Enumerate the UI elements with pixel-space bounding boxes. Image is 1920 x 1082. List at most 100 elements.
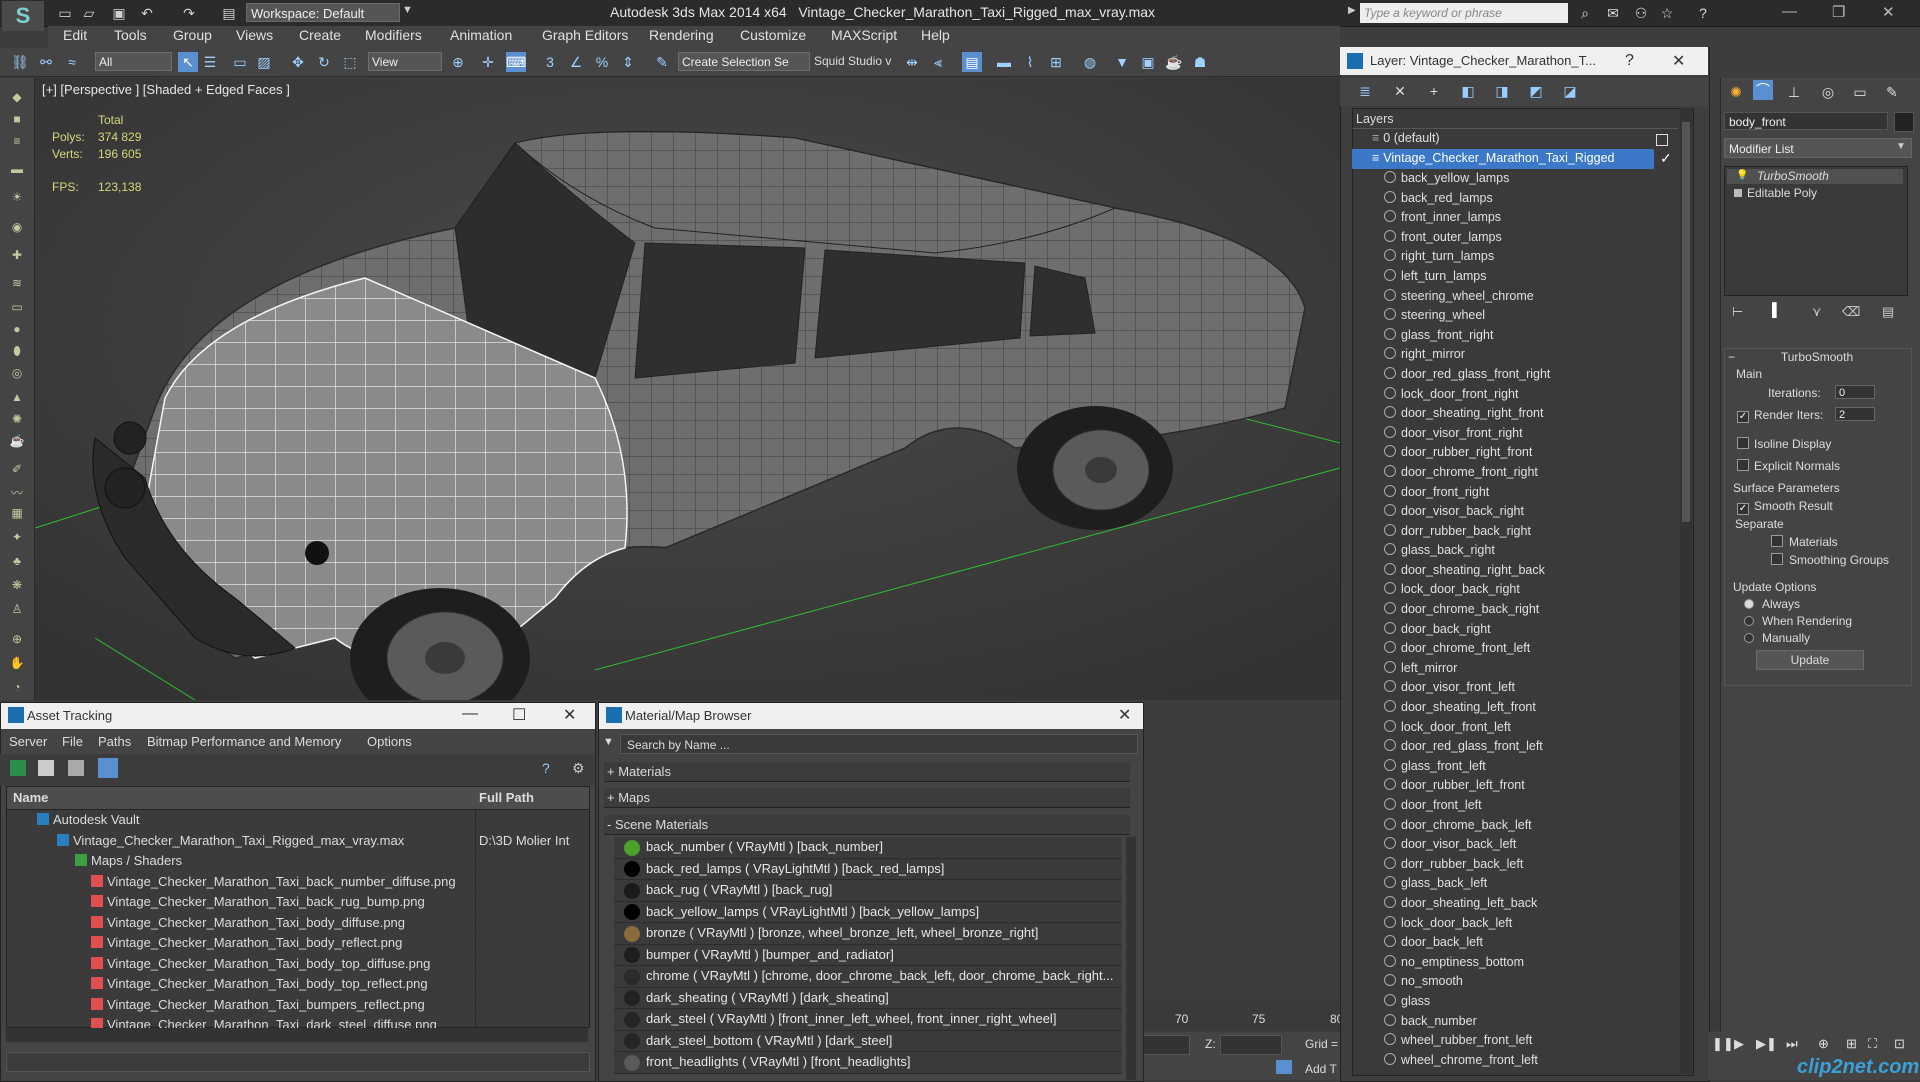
layer-object-item[interactable]: door_sheating_left_back bbox=[1384, 894, 1674, 914]
sphere-tool-icon[interactable]: ● bbox=[8, 322, 26, 338]
render-iterative-icon[interactable]: ☗ bbox=[1190, 52, 1210, 72]
perspective-viewport[interactable] bbox=[35, 78, 1340, 700]
add-time-tag-label[interactable]: Add T bbox=[1305, 1062, 1337, 1076]
menu-create[interactable]: Create bbox=[299, 27, 341, 43]
layers-tool-icon[interactable]: ≡ bbox=[8, 134, 26, 150]
asset-menu-paths[interactable]: Paths bbox=[98, 734, 131, 749]
layer-close-icon[interactable]: ✕ bbox=[1672, 51, 1685, 71]
show-end-result-icon[interactable]: ▌ bbox=[1772, 302, 1781, 317]
play-icon[interactable]: ▶ bbox=[1734, 1036, 1744, 1052]
asset-horizontal-scrollbar[interactable] bbox=[6, 1028, 588, 1042]
keyboard-shortcut-override-icon[interactable]: ⌨ bbox=[506, 52, 526, 72]
layer-object-item[interactable]: door_rubber_right_front bbox=[1384, 443, 1674, 463]
object-visibility-icon[interactable] bbox=[1384, 1033, 1396, 1046]
biped-tool-icon[interactable]: ♙ bbox=[8, 602, 26, 618]
layer-object-item[interactable]: lock_door_front_right bbox=[1384, 385, 1674, 405]
table-row[interactable]: Vintage_Checker_Marathon_Taxi_body_refle… bbox=[7, 933, 589, 954]
isoline-checkbox[interactable] bbox=[1737, 436, 1755, 451]
angle-snap-icon[interactable]: ∠ bbox=[566, 52, 586, 72]
layer-object-item[interactable]: glass_front_left bbox=[1384, 757, 1674, 777]
material-search-input[interactable]: Search by Name ... bbox=[620, 734, 1138, 754]
add-to-layer-icon[interactable]: + bbox=[1424, 81, 1444, 101]
cloth-tool-icon[interactable]: ▦ bbox=[8, 506, 26, 522]
update-when-rendering-radio[interactable] bbox=[1744, 614, 1760, 629]
layer-object-item[interactable]: door_visor_front_right bbox=[1384, 424, 1674, 444]
object-visibility-icon[interactable] bbox=[1384, 680, 1396, 693]
zoom-all-icon[interactable]: ⊞ bbox=[1846, 1036, 1857, 1052]
object-visibility-icon[interactable] bbox=[1384, 1052, 1396, 1065]
layer-object-item[interactable]: wheel_rubber_front_left bbox=[1384, 1031, 1674, 1051]
material-item[interactable]: dark_steel ( VRayMtl ) [front_inner_left… bbox=[614, 1009, 1122, 1031]
graphite-tool-icon[interactable]: ◆ bbox=[8, 90, 26, 106]
object-visibility-icon[interactable] bbox=[1384, 974, 1396, 987]
modifier-list-chevron-icon[interactable]: ▼ bbox=[1896, 141, 1906, 152]
material-item[interactable]: back_number ( VRayMtl ) [back_number] bbox=[614, 837, 1122, 859]
material-item[interactable]: bumper ( VRayMtl ) [bumper_and_radiator] bbox=[614, 944, 1122, 966]
layer-object-item[interactable]: dorr_rubber_back_left bbox=[1384, 855, 1674, 875]
material-item[interactable]: back_yellow_lamps ( VRayLightMtl ) [back… bbox=[614, 901, 1122, 923]
layer-object-item[interactable]: door_rubber_left_front bbox=[1384, 776, 1674, 796]
create-tab-icon[interactable]: ✺ bbox=[1726, 82, 1746, 102]
object-visibility-icon[interactable] bbox=[1384, 700, 1396, 713]
object-visibility-icon[interactable] bbox=[1384, 876, 1396, 889]
layer-explorer-icon[interactable]: ▤ bbox=[962, 52, 982, 72]
restore-icon[interactable]: ❐ bbox=[1832, 3, 1845, 21]
menu-views[interactable]: Views bbox=[236, 27, 273, 43]
go-to-end-icon[interactable]: ⏭ bbox=[1786, 1036, 1798, 1052]
menu-modifiers[interactable]: Modifiers bbox=[365, 27, 422, 43]
update-button[interactable]: Update bbox=[1756, 650, 1864, 670]
object-name-field[interactable]: body_front bbox=[1724, 112, 1888, 130]
material-item[interactable]: chrome ( VRayMtl ) [chrome, door_chrome_… bbox=[614, 966, 1122, 988]
reference-coordinate-dropdown[interactable]: View bbox=[368, 52, 442, 71]
explicit-normals-checkbox[interactable] bbox=[1737, 458, 1755, 473]
layer-object-item[interactable]: door_red_glass_front_right bbox=[1384, 365, 1674, 385]
layer-object-item[interactable]: right_mirror bbox=[1384, 345, 1674, 365]
layer-object-item[interactable]: front_inner_lamps bbox=[1384, 208, 1674, 228]
table-row[interactable]: Vintage_Checker_Marathon_Taxi_body_diffu… bbox=[7, 912, 589, 933]
list-view-icon[interactable] bbox=[38, 760, 54, 776]
object-visibility-icon[interactable] bbox=[1384, 464, 1396, 477]
app-logo-icon[interactable]: S bbox=[2, 1, 44, 31]
rollout-collapse-icon[interactable]: − bbox=[1728, 350, 1735, 364]
update-manually-radio[interactable] bbox=[1744, 631, 1760, 646]
object-visibility-icon[interactable] bbox=[1384, 817, 1396, 830]
teapot-tool-icon[interactable]: ☕ bbox=[8, 434, 26, 450]
menu-rendering[interactable]: Rendering bbox=[649, 27, 714, 43]
object-visibility-icon[interactable] bbox=[1384, 366, 1396, 379]
layer-object-item[interactable]: door_sheating_right_back bbox=[1384, 561, 1674, 581]
pivot-center-icon[interactable]: ⊕ bbox=[448, 52, 468, 72]
help-icon[interactable]: ? bbox=[1694, 4, 1712, 22]
object-visibility-icon[interactable] bbox=[1384, 562, 1396, 575]
object-visibility-icon[interactable] bbox=[1384, 171, 1396, 183]
object-visibility-icon[interactable] bbox=[1384, 268, 1396, 281]
panel-settings-icon[interactable]: ⚙ bbox=[572, 760, 585, 777]
table-row[interactable]: Vintage_Checker_Marathon_Taxi_back_numbe… bbox=[7, 871, 589, 892]
snaps-toggle-icon[interactable]: 3 bbox=[540, 52, 560, 72]
tree-tool-icon[interactable]: ♣ bbox=[8, 554, 26, 570]
layer-object-item[interactable]: steering_wheel bbox=[1384, 306, 1674, 326]
table-row[interactable]: Maps / Shaders bbox=[7, 851, 589, 872]
freeze-all-icon[interactable]: ◪ bbox=[1560, 81, 1580, 101]
render-iters-checkbox[interactable]: ✓ bbox=[1737, 406, 1755, 423]
object-visibility-icon[interactable] bbox=[1384, 758, 1396, 771]
layer-object-item[interactable]: back_red_lamps bbox=[1384, 189, 1674, 209]
modifier-bulb-icon[interactable]: 💡 bbox=[1736, 170, 1748, 181]
layer-object-item[interactable]: door_back_right bbox=[1384, 620, 1674, 640]
camera-tool-icon[interactable]: ◉ bbox=[8, 220, 26, 236]
table-row[interactable]: Vintage_Checker_Marathon_Taxi_Rigged_max… bbox=[7, 830, 589, 851]
schematic-view-icon[interactable]: ⊞ bbox=[1046, 52, 1066, 72]
layer-object-item[interactable]: left_mirror bbox=[1384, 659, 1674, 679]
object-visibility-icon[interactable] bbox=[1384, 778, 1396, 791]
zoom-extents-icon[interactable]: ⛶ bbox=[1868, 1036, 1877, 1052]
shape-tool-icon[interactable]: ▭ bbox=[8, 300, 26, 316]
zoom-tool-icon[interactable]: ⊕ bbox=[8, 632, 26, 648]
table-row[interactable]: Vintage_Checker_Marathon_Taxi_bumpers_re… bbox=[7, 994, 589, 1015]
layer-object-item[interactable]: door_sheating_left_front bbox=[1384, 698, 1674, 718]
layer-object-item[interactable]: door_front_right bbox=[1384, 483, 1674, 503]
menu-edit[interactable]: Edit bbox=[63, 27, 87, 43]
utilities-tab-icon[interactable]: ✎ bbox=[1882, 82, 1902, 102]
menu-help[interactable]: Help bbox=[921, 27, 950, 43]
menu-animation[interactable]: Animation bbox=[450, 27, 512, 43]
layer-object-item[interactable]: door_chrome_front_right bbox=[1384, 463, 1674, 483]
object-visibility-icon[interactable] bbox=[1384, 504, 1396, 517]
